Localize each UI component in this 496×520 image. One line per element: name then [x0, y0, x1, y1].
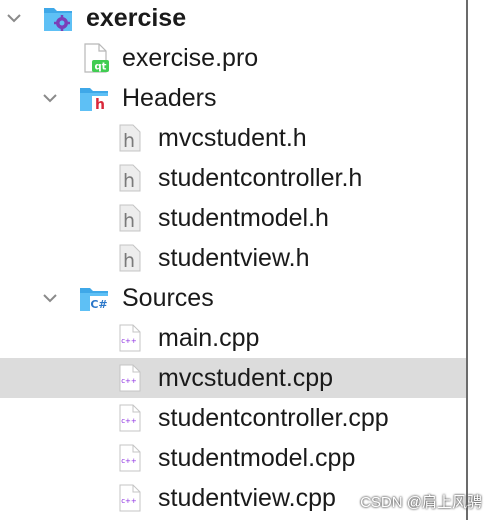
qt-project-folder-icon [43, 4, 72, 32]
tree-row-source-file[interactable]: c++ studentmodel.cpp [0, 438, 466, 478]
tree-row-project[interactable]: exercise [0, 0, 466, 38]
svg-text:c++: c++ [121, 457, 137, 465]
tree-row-sources[interactable]: C# Sources [0, 278, 466, 318]
pro-file-label: exercise.pro [122, 44, 259, 72]
source-file-label: studentcontroller.cpp [158, 404, 389, 432]
header-file-icon: h [118, 244, 146, 272]
cpp-file-icon: c++ [118, 364, 146, 392]
cpp-folder-icon: C# [79, 284, 108, 312]
svg-text:h: h [123, 130, 135, 152]
chevron-down-icon[interactable] [6, 10, 22, 26]
cpp-file-icon: c++ [118, 484, 146, 512]
svg-text:qt: qt [95, 62, 107, 73]
tree-row-header-file[interactable]: h mvcstudent.h [0, 118, 466, 158]
header-file-label: studentview.h [158, 244, 310, 272]
header-file-icon: h [118, 164, 146, 192]
header-file-icon: h [118, 204, 146, 232]
svg-text:h: h [123, 250, 135, 272]
header-file-icon: h [118, 124, 146, 152]
tree-row-source-file-selected[interactable]: c++ mvcstudent.cpp [0, 358, 466, 398]
source-file-label: studentmodel.cpp [158, 444, 356, 472]
source-file-label: studentview.cpp [158, 484, 336, 512]
source-file-label: mvcstudent.cpp [158, 364, 334, 392]
header-folder-icon: h [79, 84, 108, 113]
project-tree: exercise qt exercise.pro h Headers h mvc… [0, 0, 466, 520]
tree-row-header-file[interactable]: h studentmodel.h [0, 198, 466, 238]
header-file-label: mvcstudent.h [158, 124, 307, 152]
chevron-down-icon[interactable] [42, 290, 58, 306]
svg-text:c++: c++ [121, 377, 137, 385]
cpp-file-icon: c++ [118, 404, 146, 432]
cpp-file-icon: c++ [118, 324, 146, 352]
svg-text:c++: c++ [121, 337, 137, 345]
headers-label: Headers [122, 84, 217, 112]
watermark-text: CSDN @肩上风骋 [360, 494, 482, 511]
header-file-label: studentcontroller.h [158, 164, 363, 192]
tree-row-headers[interactable]: h Headers [0, 78, 466, 118]
chevron-down-icon[interactable] [42, 90, 58, 106]
svg-text:h: h [123, 170, 135, 192]
source-file-label: main.cpp [158, 324, 260, 352]
svg-text:h: h [95, 97, 105, 112]
tree-row-header-file[interactable]: h studentview.h [0, 238, 466, 278]
project-label: exercise [86, 4, 187, 32]
sources-label: Sources [122, 284, 214, 312]
svg-text:c++: c++ [121, 417, 137, 425]
svg-text:h: h [123, 210, 135, 232]
svg-text:C#: C# [90, 298, 107, 311]
tree-row-pro-file[interactable]: qt exercise.pro [0, 38, 466, 78]
cpp-file-icon: c++ [118, 444, 146, 472]
tree-row-header-file[interactable]: h studentcontroller.h [0, 158, 466, 198]
tree-row-source-file[interactable]: c++ studentcontroller.cpp [0, 398, 466, 438]
qt-file-icon: qt [82, 43, 110, 73]
svg-text:c++: c++ [121, 497, 137, 505]
panel-divider[interactable] [466, 0, 468, 520]
tree-row-source-file[interactable]: c++ main.cpp [0, 318, 466, 358]
header-file-label: studentmodel.h [158, 204, 329, 232]
